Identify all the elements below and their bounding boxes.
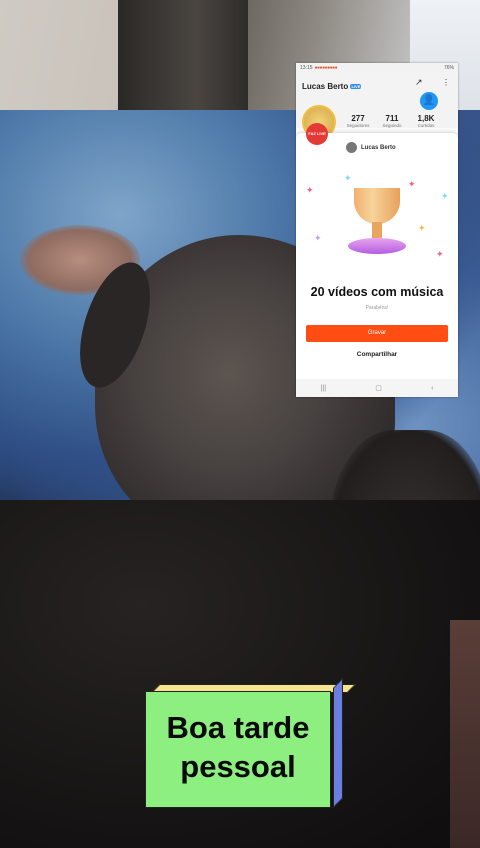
sparkle-icon: ✦ <box>436 249 444 259</box>
stat-likes[interactable]: 1,8K Curtidas <box>414 114 438 128</box>
sparkle-icon: ✦ <box>418 223 426 233</box>
caption-text-box: Boa tarde pessoal <box>145 691 331 808</box>
profile-header: Lucas Berto LIVE ↗ ⋮ 👤 277 Seguidores 71… <box>296 72 458 139</box>
live-badge[interactable]: FAZ LIVE <box>306 123 328 145</box>
add-friend-icon[interactable]: 👤 <box>420 92 438 110</box>
stat-value: 277 <box>351 114 365 123</box>
profile-stats: 277 Seguidores 711 Seguindo 1,8K Curtida… <box>346 114 438 128</box>
notification-icons: ●●●●●●●●● <box>314 64 338 71</box>
more-options-icon[interactable]: ⋮ <box>442 78 450 87</box>
modal-user: Lucas Berto <box>346 142 396 153</box>
android-nav-bar: ||| ▢ ‹ <box>296 379 458 397</box>
stat-value: 1,8K <box>417 114 435 123</box>
recent-apps-icon[interactable]: ||| <box>321 385 326 392</box>
share-button[interactable]: Compartilhar <box>306 347 448 362</box>
profile-name: Lucas Berto LIVE <box>302 82 362 91</box>
home-icon[interactable]: ▢ <box>375 384 382 392</box>
battery-level: 76% <box>443 64 454 71</box>
stat-label: Seguidores <box>346 123 370 128</box>
stat-label: Curtidas <box>417 123 435 128</box>
modal-username: Lucas Berto <box>361 144 396 151</box>
caption-line-1: Boa tarde <box>166 709 310 745</box>
status-time: 13:15 <box>300 64 313 71</box>
sparkle-icon: ✦ <box>344 173 352 183</box>
user-avatar <box>346 142 357 153</box>
sparkle-icon: ✦ <box>314 233 322 243</box>
stat-following[interactable]: 711 Seguindo <box>380 114 404 128</box>
phone-screenshot-overlay: 13:15 ●●●●●●●●● 76% Lucas Berto LIVE ↗ ⋮… <box>296 63 458 397</box>
share-profile-icon[interactable]: ↗ <box>415 77 429 89</box>
record-button[interactable]: Gravar <box>306 325 448 342</box>
stat-followers[interactable]: 277 Seguidores <box>346 114 370 128</box>
stat-value: 711 <box>385 114 399 123</box>
back-icon[interactable]: ‹ <box>431 385 433 392</box>
caption-line-2: pessoal <box>180 748 296 784</box>
trophy-icon <box>342 188 412 263</box>
achievement-subtitle: Parabéns! <box>365 305 389 311</box>
caption-box-side-face <box>333 678 343 808</box>
achievement-title: 20 vídeos com música <box>310 285 444 299</box>
profile-badge: LIVE <box>350 84 362 90</box>
person-leg <box>450 620 480 848</box>
status-bar: 13:15 ●●●●●●●●● 76% <box>296 63 458 72</box>
achievement-modal: Lucas Berto ✦ ✦ ✦ ✦ ✦ ✦ ✦ 20 vídeos com … <box>296 133 458 379</box>
caption-sticker: Boa tarde pessoal <box>145 678 356 809</box>
sparkle-icon: ✦ <box>441 191 449 201</box>
stat-label: Seguindo <box>382 123 402 128</box>
profile-name-text: Lucas Berto <box>302 82 349 91</box>
sparkle-icon: ✦ <box>306 185 314 195</box>
